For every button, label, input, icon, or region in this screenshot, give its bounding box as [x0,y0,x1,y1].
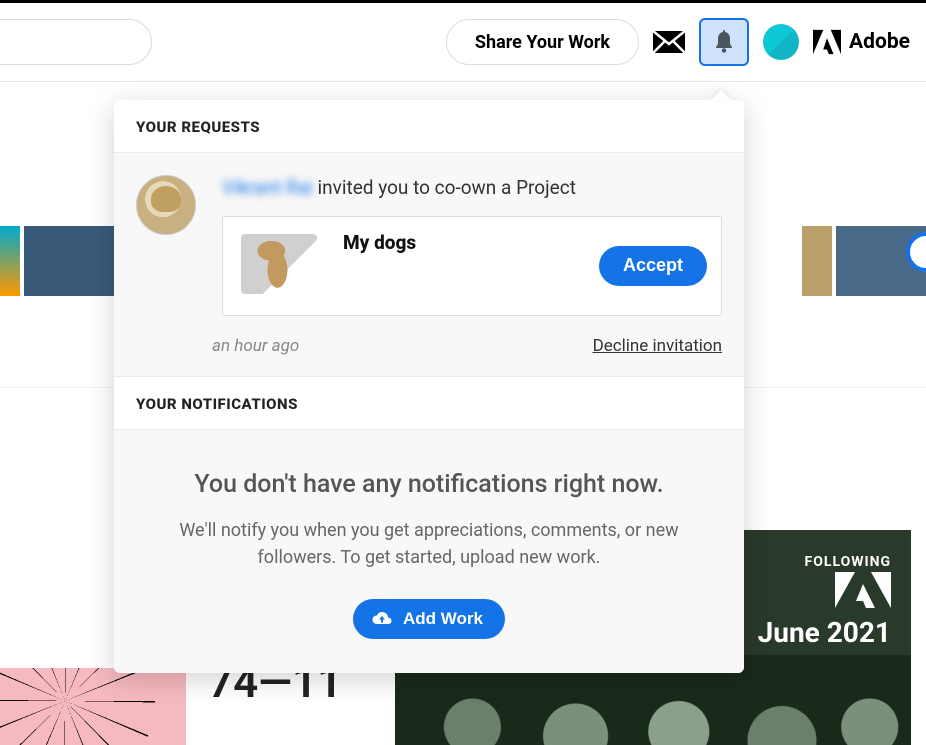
request-timestamp: an hour ago [212,336,299,356]
project-title: My dogs [343,231,581,254]
requests-section-header: YOUR REQUESTS [114,100,744,153]
requester-name-link[interactable]: Vikrant Rai [222,176,313,199]
notifications-section-header: YOUR NOTIFICATIONS [114,377,744,430]
bell-icon [713,30,735,54]
adobe-a-icon [758,572,891,612]
mail-icon[interactable] [653,31,685,53]
project-card: My dogs Accept [222,216,722,316]
empty-subtitle: We'll notify you when you get appreciati… [169,517,689,571]
thumbnail[interactable] [0,226,20,296]
notifications-empty-state: You don't have any notifications right n… [114,430,744,673]
request-text: Vikrant Rai invited you to co-own a Proj… [222,175,722,202]
cloud-upload-icon [371,610,393,628]
share-your-work-button[interactable]: Share Your Work [446,19,639,65]
following-badge: FOLLOWING [758,554,891,570]
add-work-button[interactable]: Add Work [353,599,505,639]
adobe-brand-label: Adobe [849,30,910,54]
project-thumbnail[interactable] [233,228,325,304]
search-input[interactable] [0,19,152,65]
top-bar: Share Your Work Adobe [0,0,926,82]
adobe-logo-icon [813,29,841,55]
request-text-suffix: invited you to co-own a Project [313,176,576,199]
gallery-month-label: June 2021 [758,616,891,649]
accept-button[interactable]: Accept [599,246,707,286]
notifications-bell-button[interactable] [699,18,749,66]
thumbnail[interactable] [802,226,832,296]
empty-title: You don't have any notifications right n… [144,470,714,499]
notifications-popover: YOUR REQUESTS Vikrant Rai invited you to… [114,100,744,673]
share-label: Share Your Work [475,32,610,53]
user-avatar[interactable] [763,24,799,60]
requester-avatar[interactable] [136,175,196,235]
decline-invitation-link[interactable]: Decline invitation [593,336,722,356]
request-item: Vikrant Rai invited you to co-own a Proj… [114,153,744,377]
adobe-brand[interactable]: Adobe [813,29,910,55]
thumbnail[interactable] [24,226,114,296]
